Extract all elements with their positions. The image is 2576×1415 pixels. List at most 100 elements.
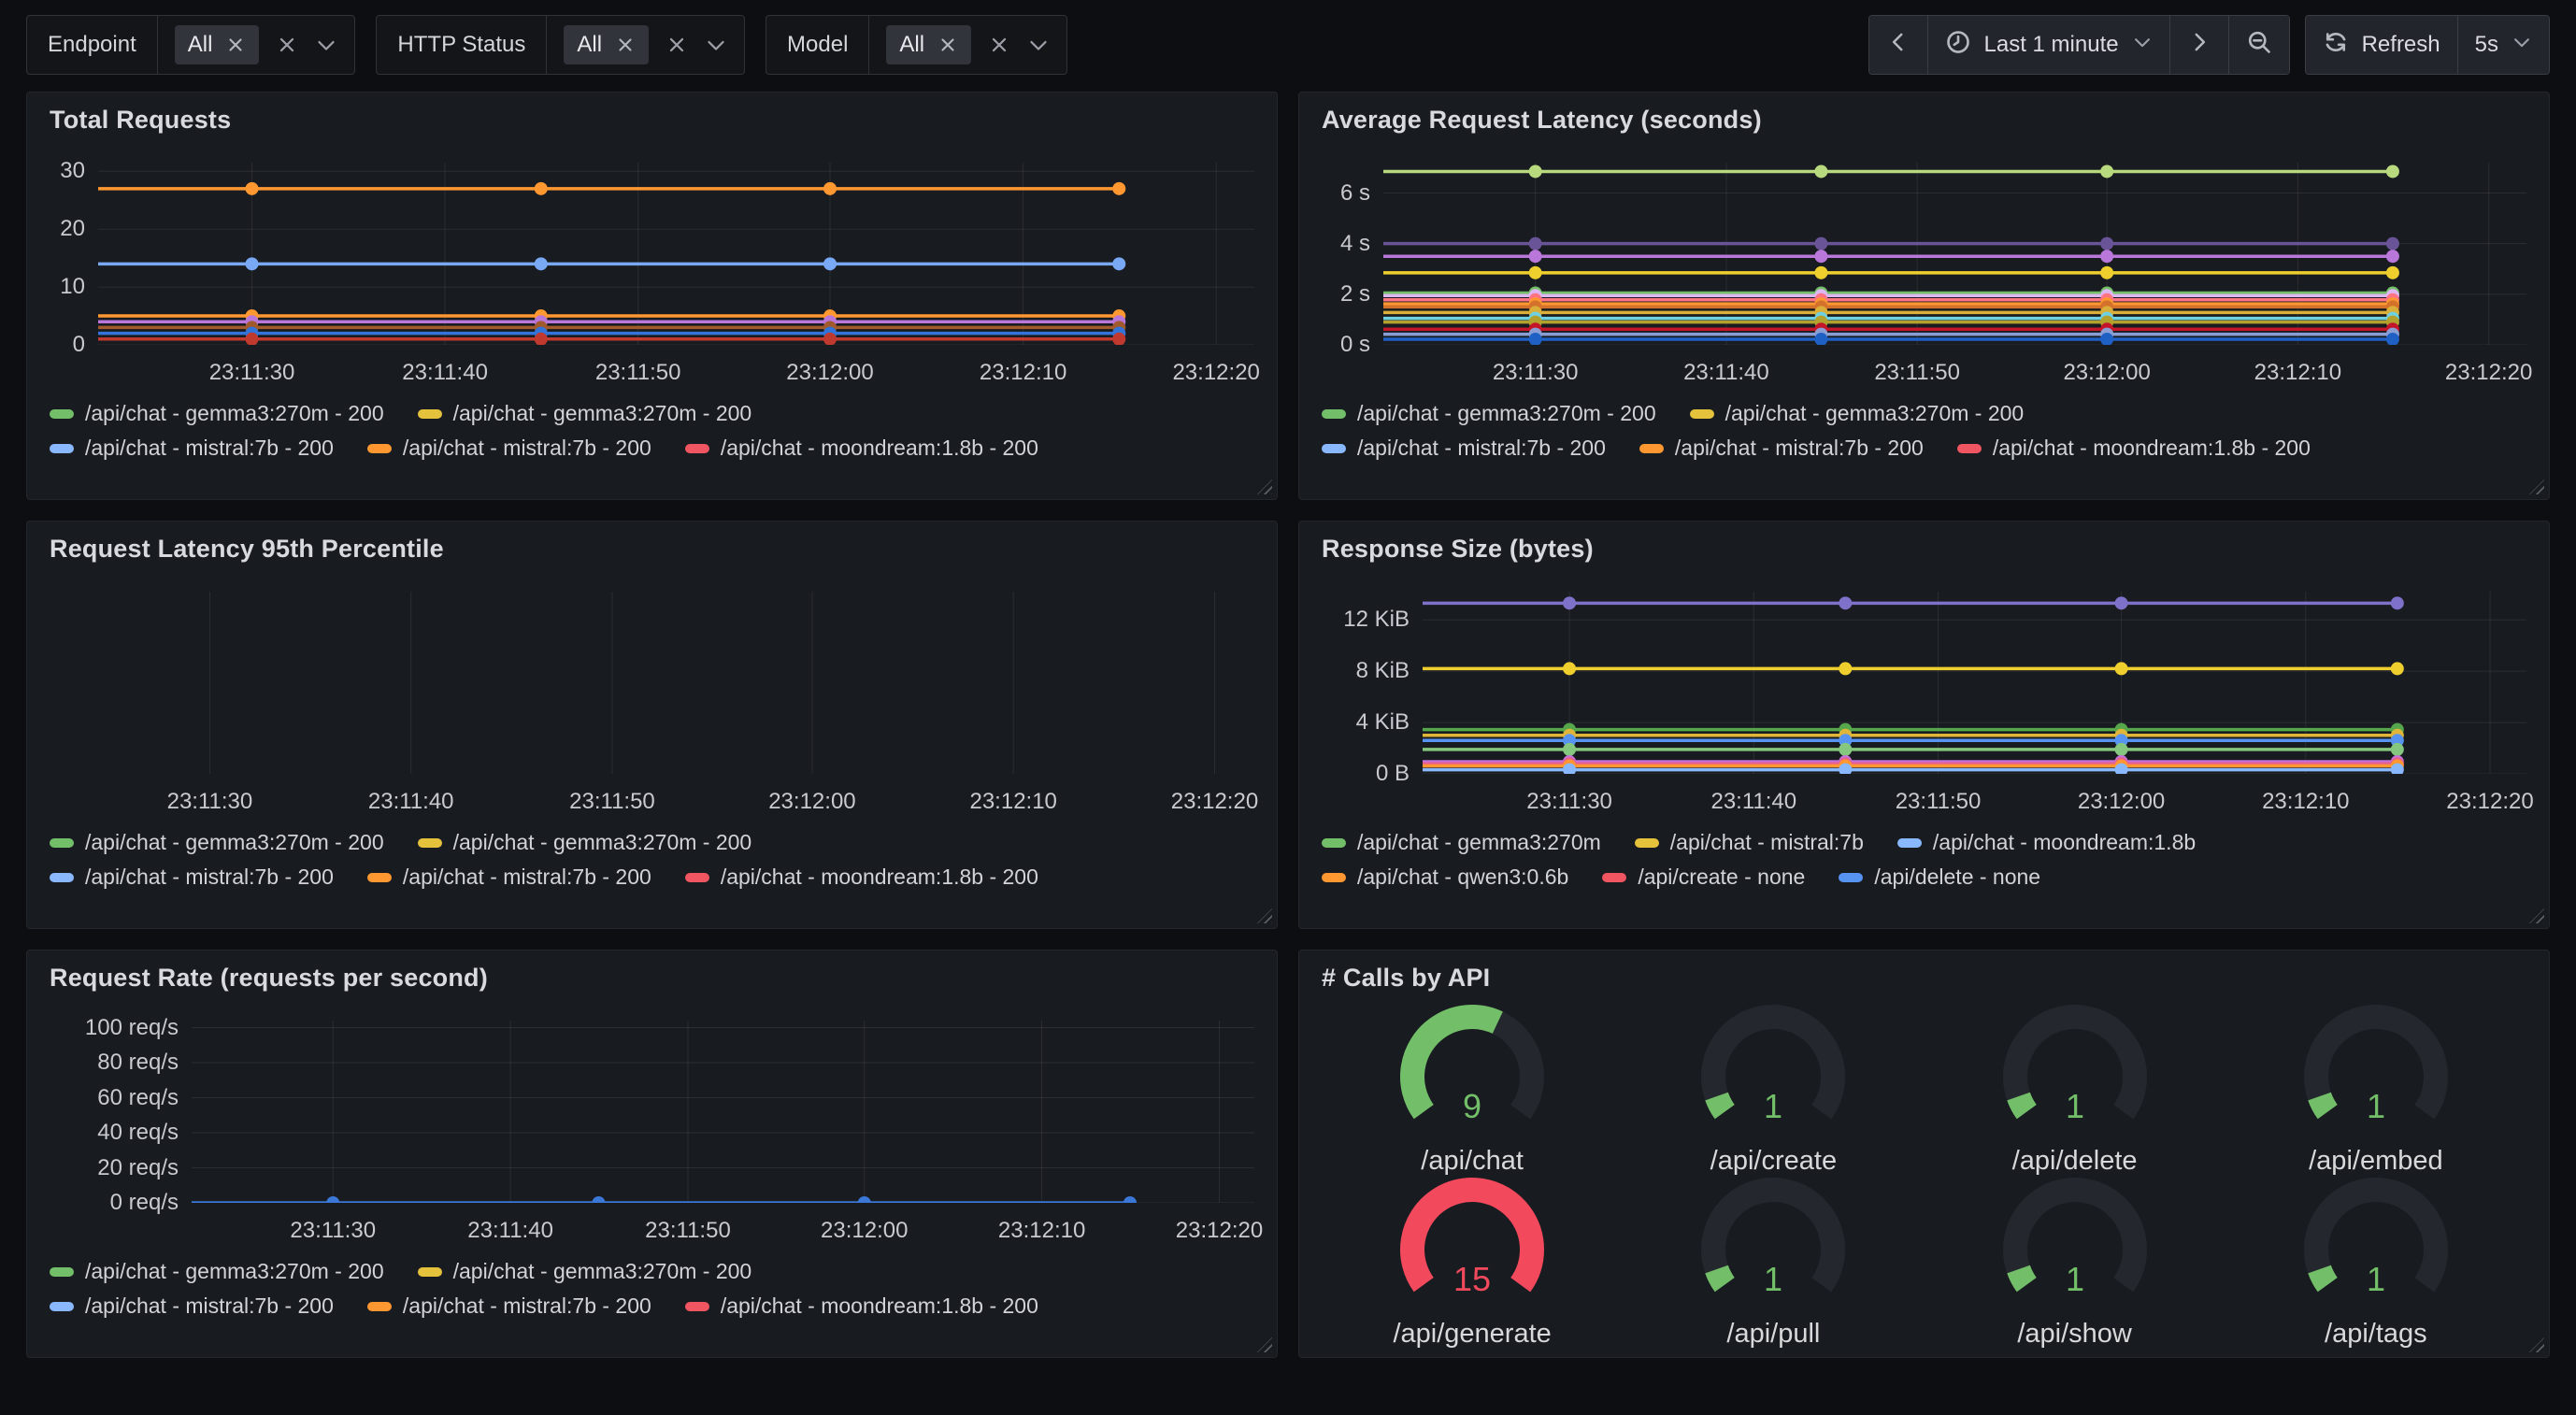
legend-series-color bbox=[1322, 444, 1346, 453]
chevron-down-icon[interactable] bbox=[1027, 34, 1050, 56]
plot-area bbox=[1423, 592, 2526, 774]
close-icon[interactable] bbox=[988, 34, 1010, 56]
x-axis-tick-label: 23:12:10 bbox=[998, 1218, 1085, 1244]
gauge-value: 1 bbox=[2066, 1087, 2084, 1125]
filter-value-picker[interactable]: All bbox=[547, 16, 744, 74]
gauge-arc: 1 bbox=[1986, 1004, 2164, 1146]
gauge-arc: 15 bbox=[1383, 1177, 1561, 1319]
legend-item[interactable]: /api/chat - moondream:1.8b - 200 bbox=[1957, 436, 2311, 461]
panel-calls-by-api: # Calls by API 9/api/chat1/api/create1/a… bbox=[1298, 950, 2550, 1358]
legend-item[interactable]: /api/chat - mistral:7b bbox=[1635, 830, 1864, 855]
legend-item[interactable]: /api/create - none bbox=[1602, 865, 1805, 890]
filter-chip-label: All bbox=[899, 32, 924, 58]
legend-item[interactable]: /api/chat - gemma3:270m - 200 bbox=[50, 830, 384, 855]
chevron-down-icon[interactable] bbox=[705, 34, 727, 56]
legend-item[interactable]: /api/chat - moondream:1.8b - 200 bbox=[685, 1294, 1038, 1319]
close-icon[interactable] bbox=[276, 34, 298, 56]
panel-resize-handle[interactable] bbox=[2529, 1337, 2544, 1352]
legend-item[interactable]: /api/chat - moondream:1.8b - 200 bbox=[685, 865, 1038, 890]
y-axis-tick-label: 20 req/s bbox=[97, 1155, 179, 1181]
refresh-interval-dropdown[interactable]: 5s bbox=[2457, 16, 2549, 74]
legend-item[interactable]: /api/chat - gemma3:270m - 200 bbox=[50, 1259, 384, 1284]
legend-item[interactable]: /api/chat - moondream:1.8b bbox=[1897, 830, 2196, 855]
legend-item[interactable]: /api/chat - gemma3:270m - 200 bbox=[418, 830, 752, 855]
panel-resize-handle[interactable] bbox=[1257, 1337, 1272, 1352]
y-axis-tick-label: 0 s bbox=[1340, 332, 1370, 358]
gauge: 9/api/chat bbox=[1322, 1004, 1623, 1177]
legend-item[interactable]: /api/chat - mistral:7b - 200 bbox=[367, 436, 651, 461]
legend-item[interactable]: /api/chat - gemma3:270m - 200 bbox=[418, 401, 752, 426]
legend-item[interactable]: /api/chat - moondream:1.8b - 200 bbox=[685, 436, 1038, 461]
panel-resize-handle[interactable] bbox=[1257, 908, 1272, 923]
timeseries-chart: 0 s2 s4 s6 s23:11:3023:11:4023:11:5023:1… bbox=[1322, 163, 2526, 461]
legend-item[interactable]: /api/chat - mistral:7b - 200 bbox=[367, 1294, 651, 1319]
y-axis-tick-label: 12 KiB bbox=[1343, 607, 1410, 633]
close-icon[interactable] bbox=[615, 35, 636, 55]
legend-series-color bbox=[50, 838, 74, 848]
gauge-grid: 9/api/chat1/api/create1/api/delete1/api/… bbox=[1322, 1004, 2526, 1325]
panel-resize-handle[interactable] bbox=[2529, 908, 2544, 923]
chevron-down-icon[interactable] bbox=[315, 34, 337, 56]
chevron-right-icon bbox=[2187, 30, 2211, 61]
filter-endpoint: Endpoint All bbox=[26, 15, 355, 75]
legend-item[interactable]: /api/chat - mistral:7b - 200 bbox=[50, 1294, 334, 1319]
time-shift-forward-button[interactable] bbox=[2169, 16, 2228, 74]
legend-series-color bbox=[1690, 409, 1714, 419]
legend-series-color bbox=[50, 409, 74, 419]
gauge-value: 1 bbox=[2367, 1260, 2385, 1298]
x-axis-tick-label: 23:12:20 bbox=[1176, 1218, 1263, 1244]
legend-item[interactable]: /api/chat - gemma3:270m bbox=[1322, 830, 1601, 855]
filter-value-picker[interactable]: All bbox=[869, 16, 1066, 74]
time-controls: Last 1 minute Refresh bbox=[1868, 15, 2551, 75]
legend-item[interactable]: /api/chat - gemma3:270m - 200 bbox=[1322, 401, 1656, 426]
legend-row: /api/chat - gemma3:270m - 200/api/chat -… bbox=[50, 1259, 1254, 1284]
filter-model: Model All bbox=[766, 15, 1067, 75]
gauge-endpoint-label: /api/create bbox=[1710, 1146, 1837, 1177]
legend-item[interactable]: /api/chat - mistral:7b - 200 bbox=[367, 865, 651, 890]
filter-chip[interactable]: All bbox=[886, 25, 971, 64]
magnifier-minus-icon bbox=[2246, 29, 2272, 62]
legend-series-label: /api/chat - mistral:7b - 200 bbox=[403, 436, 651, 461]
legend-item[interactable]: /api/chat - gemma3:270m - 200 bbox=[1690, 401, 2025, 426]
legend-item[interactable]: /api/chat - mistral:7b - 200 bbox=[1322, 436, 1606, 461]
legend-series-color bbox=[1322, 409, 1346, 419]
x-axis-tick-label: 23:12:00 bbox=[821, 1218, 908, 1244]
legend-item[interactable]: /api/chat - mistral:7b - 200 bbox=[50, 436, 334, 461]
legend-item[interactable]: /api/chat - mistral:7b - 200 bbox=[50, 865, 334, 890]
legend-item[interactable]: /api/chat - gemma3:270m - 200 bbox=[418, 1259, 752, 1284]
legend-item[interactable]: /api/delete - none bbox=[1839, 865, 2040, 890]
refresh-button[interactable]: Refresh bbox=[2306, 16, 2457, 74]
close-icon[interactable] bbox=[225, 35, 246, 55]
timeseries-chart: 0 req/s20 req/s40 req/s60 req/s80 req/s1… bbox=[50, 1021, 1254, 1319]
legend-series-color bbox=[1839, 873, 1863, 882]
y-axis-tick-label: 20 bbox=[60, 216, 85, 242]
legend-item[interactable]: /api/chat - mistral:7b - 200 bbox=[1639, 436, 1924, 461]
gauge-value: 1 bbox=[2066, 1260, 2084, 1298]
y-axis-tick-label: 6 s bbox=[1340, 180, 1370, 207]
legend-item[interactable]: /api/chat - qwen3:0.6b bbox=[1322, 865, 1568, 890]
gauge: 1/api/pull bbox=[1623, 1177, 1924, 1350]
x-axis-tick-label: 23:12:10 bbox=[969, 789, 1056, 815]
clock-icon bbox=[1945, 29, 1971, 62]
legend-item[interactable]: /api/chat - gemma3:270m - 200 bbox=[50, 401, 384, 426]
gauge-endpoint-label: /api/pull bbox=[1726, 1319, 1820, 1350]
time-range-picker-button[interactable]: Last 1 minute bbox=[1927, 16, 2169, 74]
filter-value-picker[interactable]: All bbox=[158, 16, 355, 74]
legend-series-label: /api/chat - mistral:7b - 200 bbox=[403, 865, 651, 890]
close-icon[interactable] bbox=[665, 34, 688, 56]
time-shift-back-button[interactable] bbox=[1869, 16, 1927, 74]
y-axis: 0 req/s20 req/s40 req/s60 req/s80 req/s1… bbox=[50, 1021, 192, 1203]
filter-chip[interactable]: All bbox=[175, 25, 260, 64]
refresh-interval-label: 5s bbox=[2475, 32, 2498, 58]
panel-resize-handle[interactable] bbox=[2529, 479, 2544, 494]
legend-row: /api/chat - gemma3:270m - 200/api/chat -… bbox=[50, 830, 1254, 855]
legend-series-label: /api/create - none bbox=[1638, 865, 1805, 890]
panel-resize-handle[interactable] bbox=[1257, 479, 1272, 494]
x-axis-tick-label: 23:12:10 bbox=[980, 360, 1066, 386]
time-zoom-out-button[interactable] bbox=[2228, 16, 2289, 74]
legend-row: /api/chat - mistral:7b - 200/api/chat - … bbox=[50, 436, 1254, 461]
chart-canvas bbox=[1383, 163, 2526, 345]
x-axis-tick-label: 23:11:50 bbox=[1896, 789, 1982, 815]
close-icon[interactable] bbox=[937, 35, 958, 55]
filter-chip[interactable]: All bbox=[564, 25, 649, 64]
